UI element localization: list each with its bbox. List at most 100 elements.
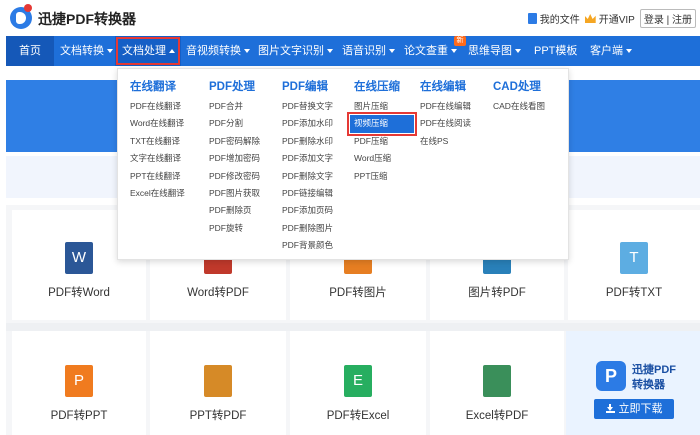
nav-speech[interactable]: 语音识别 — [342, 36, 402, 66]
nav-client-label: 客户端 — [590, 45, 623, 57]
header-separator: | — [666, 15, 670, 26]
col-title[interactable]: 在线翻译 — [130, 79, 185, 95]
menu-item[interactable]: PDF添加文字 — [282, 150, 333, 167]
dropdown-col-online-edit: 在线编辑 PDF在线编辑 PDF在线阅读 在线PS — [420, 79, 471, 150]
menu-item[interactable]: 图片压缩 — [354, 98, 414, 115]
menu-item[interactable]: PDF添加页码 — [282, 202, 333, 219]
nav-doc-convert[interactable]: 文档转换 — [60, 36, 118, 66]
menu-item[interactable]: 文字在线翻译 — [130, 150, 185, 167]
col-title[interactable]: PDF处理 — [209, 79, 260, 95]
dropdown-col-compress: 在线压缩 图片压缩 视频压缩 PDF压缩 Word压缩 PPT压缩 — [347, 79, 417, 185]
dropdown-col-translate: 在线翻译 PDF在线翻译 Word在线翻译 TXT在线翻译 文字在线翻译 PPT… — [130, 79, 185, 202]
chevron-down-icon — [327, 49, 333, 54]
card-label: PDF转图片 — [329, 287, 387, 299]
menu-item[interactable]: PPT在线翻译 — [130, 168, 185, 185]
menu-item[interactable]: Word压缩 — [354, 150, 414, 167]
promo-line2: 转换器 — [632, 379, 665, 391]
download-promo: P 迅捷PDF 转换器 立即下载 — [566, 331, 700, 435]
col-title[interactable]: 在线压缩 — [354, 79, 414, 95]
chevron-down-icon — [389, 49, 395, 54]
menu-item[interactable]: PDF合并 — [209, 98, 260, 115]
nav-av-convert-label: 音视频转换 — [186, 45, 241, 57]
menu-item[interactable]: PDF修改密码 — [209, 168, 260, 185]
app-logo-icon: P — [596, 361, 626, 391]
col-title[interactable]: PDF编辑 — [282, 79, 333, 95]
menu-item[interactable]: PDF替换文字 — [282, 98, 333, 115]
menu-item[interactable]: PDF图片获取 — [209, 185, 260, 202]
menu-item[interactable]: 在线PS — [420, 133, 471, 150]
excel-pdf-icon — [483, 365, 511, 397]
main-nav: 首页 文档转换 文档处理 音视频转换 图片文字识别 语音识别 论文查重 新 思维… — [6, 36, 700, 66]
nav-doc-process[interactable]: 文档处理 — [115, 36, 181, 66]
nav-mindmap[interactable]: 思维导图 — [468, 36, 530, 66]
menu-item[interactable]: PDF分割 — [209, 115, 260, 132]
card-pdf-to-ppt[interactable]: P PDF转PPT — [12, 331, 146, 435]
menu-item-video-compress[interactable]: 视频压缩 — [347, 112, 417, 136]
menu-item[interactable]: PDF删除图片 — [282, 220, 333, 237]
header-links: 我的文件 开通VIP 登录 | 注册 — [527, 9, 696, 28]
nav-paper-check-label: 论文查重 — [404, 45, 448, 57]
menu-item[interactable]: CAD在线看图 — [493, 98, 545, 115]
new-badge: 新 — [454, 36, 466, 46]
nav-ocr[interactable]: 图片文字识别 — [258, 36, 338, 66]
vip-link[interactable]: 开通VIP — [584, 11, 635, 26]
ppt-pdf-icon — [204, 365, 232, 397]
chevron-down-icon — [451, 49, 457, 54]
menu-item[interactable]: PDF旋转 — [209, 220, 260, 237]
menu-item[interactable]: PDF添加水印 — [282, 115, 333, 132]
chevron-down-icon — [515, 49, 521, 54]
download-label: 立即下载 — [618, 403, 663, 415]
menu-item[interactable]: PDF删除文字 — [282, 168, 333, 185]
card-pdf-to-excel[interactable]: E PDF转Excel — [290, 331, 426, 435]
menu-item[interactable]: Word在线翻译 — [130, 115, 185, 132]
card-label: Word转PDF — [187, 287, 249, 299]
logo-dot-icon — [24, 4, 32, 12]
promo-line1: 迅捷PDF — [632, 364, 676, 376]
menu-item[interactable]: PDF在线编辑 — [420, 98, 471, 115]
menu-item[interactable]: TXT在线翻译 — [130, 133, 185, 150]
dropdown-col-pdf-process: PDF处理 PDF合并 PDF分割 PDF密码解除 PDF增加密码 PDF修改密… — [209, 79, 260, 237]
chevron-down-icon — [244, 49, 250, 54]
brand-name[interactable]: 迅捷PDF转换器 — [38, 9, 136, 29]
card-ppt-to-pdf[interactable]: PPT转PDF — [150, 331, 286, 435]
menu-item[interactable]: PPT压缩 — [354, 168, 414, 185]
menu-item[interactable]: PDF密码解除 — [209, 133, 260, 150]
col-title[interactable]: CAD处理 — [493, 79, 545, 95]
nav-home[interactable]: 首页 — [6, 36, 54, 66]
menu-item[interactable]: PDF链接编辑 — [282, 185, 333, 202]
menu-item[interactable]: PDF增加密码 — [209, 150, 260, 167]
menu-item[interactable]: Excel在线翻译 — [130, 185, 185, 202]
menu-item[interactable]: PDF压缩 — [354, 133, 414, 150]
card-label: 图片转PDF — [468, 287, 526, 299]
promo-text: 迅捷PDF 转换器 — [632, 363, 676, 393]
register-link[interactable]: 注册 — [672, 15, 692, 26]
nav-av-convert[interactable]: 音视频转换 — [186, 36, 256, 66]
menu-item[interactable]: PDF背景颜色 — [282, 237, 333, 254]
excel-file-icon: E — [344, 365, 372, 397]
download-icon — [605, 404, 615, 413]
dropdown-col-cad: CAD处理 CAD在线看图 — [493, 79, 545, 115]
nav-ocr-label: 图片文字识别 — [258, 45, 324, 57]
download-button[interactable]: 立即下载 — [594, 399, 674, 419]
my-files-link[interactable]: 我的文件 — [527, 11, 580, 26]
login-link[interactable]: 登录 — [644, 15, 664, 26]
grid-separator — [6, 323, 700, 331]
menu-item[interactable]: PDF删除水印 — [282, 133, 333, 150]
card-label: PDF转PPT — [50, 410, 108, 422]
nav-client[interactable]: 客户端 — [590, 36, 650, 66]
nav-home-label: 首页 — [19, 45, 41, 57]
menu-item[interactable]: PDF在线翻译 — [130, 98, 185, 115]
menu-item[interactable]: PDF在线阅读 — [420, 115, 471, 132]
col-title[interactable]: 在线编辑 — [420, 79, 471, 95]
file-icon — [527, 13, 537, 24]
nav-ppt-template-label: PPT模板 — [534, 45, 578, 57]
menu-item[interactable]: PDF删除页 — [209, 202, 260, 219]
card-excel-to-pdf[interactable]: Excel转PDF — [430, 331, 564, 435]
nav-speech-label: 语音识别 — [342, 45, 386, 57]
nav-ppt-template[interactable]: PPT模板 — [534, 36, 584, 66]
card-pdf-to-txt[interactable]: T PDF转TXT — [568, 210, 700, 320]
nav-doc-process-label: 文档处理 — [122, 45, 166, 57]
card-label: PDF转Excel — [326, 410, 390, 422]
chevron-down-icon — [626, 49, 632, 54]
doc-process-dropdown: 在线翻译 PDF在线翻译 Word在线翻译 TXT在线翻译 文字在线翻译 PPT… — [117, 68, 569, 260]
